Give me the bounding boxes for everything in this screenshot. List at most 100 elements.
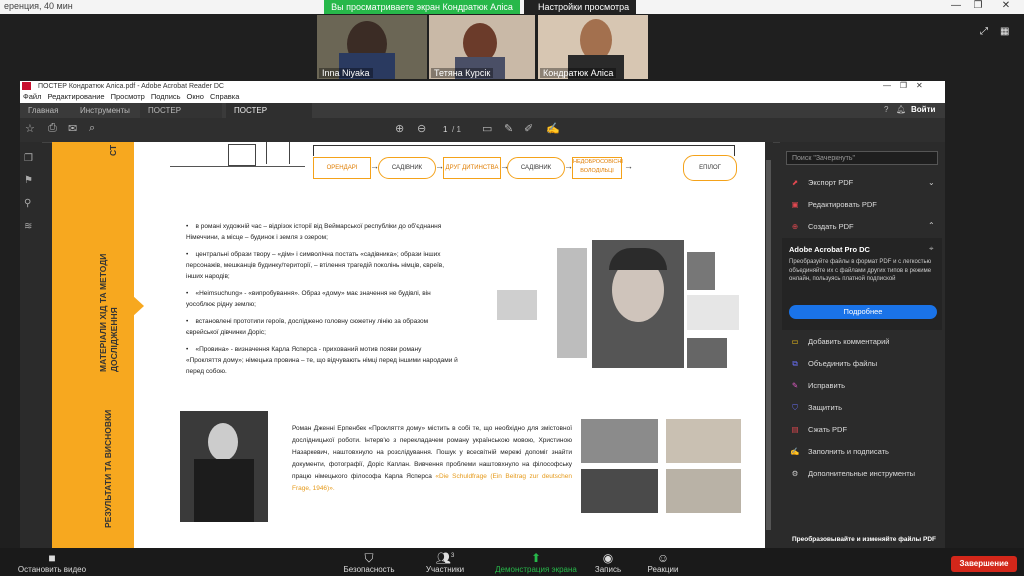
section-label: СТ [108,144,118,156]
record-label: Запись [594,565,622,574]
help-icon[interactable]: ? [884,105,888,114]
tab-document-2[interactable]: ПОСТЕР Кондратю... ✕ [226,103,312,130]
flow-step: САДІВНИК [507,157,565,179]
participant-name: Тетяна Курсік [431,68,494,78]
tool-label: Сжать PDF [808,425,848,434]
highlight-icon[interactable]: ✐ [524,122,533,135]
edit-pdf-tool[interactable]: ▣ Редактировать PDF [790,200,876,209]
close-icon[interactable]: ✕ [996,0,1016,11]
view-options-button[interactable]: Настройки просмотра ▾ [524,0,636,26]
sign-icon: ✍ [790,447,800,456]
smiley-icon: ☺ [656,551,670,565]
export-pdf-tool[interactable]: ⬈ Экспорт PDF [790,178,853,187]
pages-icon[interactable]: ❐ [24,153,33,164]
participant-name: Inna Niyaka [319,68,373,78]
export-pdf-icon: ⬈ [791,178,799,187]
people-icon: 👥︎3 [435,551,455,565]
acrobat-title: ПОСТЕР Кондратюк Аліса.pdf - Adobe Acrob… [20,81,945,92]
tools-search-input[interactable]: Поиск "Зачеркнуть" [786,151,938,165]
sign-icon[interactable]: ✍ [546,122,560,135]
participants-button[interactable]: 👥︎3 Участники [417,551,473,574]
create-pdf-tool[interactable]: ⊕ Создать PDF [790,222,854,231]
participant-video[interactable]: Кондратюк Аліса [538,15,648,79]
participants-label: Участники [425,565,465,574]
menu-sign[interactable]: Подпись [151,92,181,101]
flow-step: ЕПІЛОГ [683,155,737,181]
section-label-results: РЕЗУЛЬТАТИ ТА ВИСНОВКИ [103,409,113,528]
search-icon[interactable]: ⌕ [89,122,95,135]
flow-connector [313,145,735,156]
bookmark-icon[interactable]: ⚑ [24,175,33,186]
fullscreen-icon[interactable]: ⤢ [980,26,988,37]
tool-label: Добавить комментарий [808,337,890,346]
menu-window[interactable]: Окно [187,92,204,101]
tool-fix[interactable]: ✎ Исправить [790,381,845,390]
gallery-view-icon[interactable]: ▦ [1000,26,1009,37]
login-button[interactable]: Войти [911,105,935,114]
star-icon[interactable]: ☆ [25,122,35,135]
menu-edit[interactable]: Редактирование [47,92,104,101]
view-options-label: Настройки просмотра [538,2,630,12]
participants-count: 3 [450,553,455,559]
flow-step: ОРЕНДАРІ [313,157,371,179]
list-item: • «Провина» - визначення Карла Ясперса -… [186,346,458,375]
tab-tools[interactable]: Инструменты [72,103,134,118]
more-button[interactable]: Подробнее [789,305,937,319]
security-button[interactable]: ⛉ Безопасность [334,551,404,574]
tab-document-1[interactable]: ПОСТЕР КОНДРАТ... ✕ [140,103,222,130]
page-number-field[interactable]: 1 [443,125,447,134]
share-banner: Вы просматриваете экран Кондратюк Аліса [324,0,520,14]
menu-file[interactable]: Файл [23,92,41,101]
promo-title: Adobe Acrobat Pro DC [789,245,870,254]
tool-label: Дополнительные инструменты [808,469,916,478]
photo [666,469,741,513]
tool-fill-sign[interactable]: ✍ Заполнить и подписать [790,447,889,456]
next-page-icon[interactable]: ⊖ [417,122,426,135]
restore-icon[interactable]: ❐ [968,0,988,11]
tool-protect[interactable]: ⛉ Защитить [790,403,842,413]
page-total: / 1 [452,125,461,134]
tool-more[interactable]: ⚙ Дополнительные инструменты [790,469,915,478]
scrollbar-thumb[interactable] [766,160,771,530]
tool-compress[interactable]: ▤ Сжать PDF [790,425,847,434]
layers-icon[interactable]: ≋ [24,221,32,232]
tool-comment[interactable]: ▭ Добавить комментарий [790,337,889,346]
list-item-text: «Провина» - визначення Карла Ясперса - п… [186,346,458,375]
poster-side-band [52,142,134,548]
list-item: • «Heimsuchung» - «випробування». Образ … [186,290,431,308]
list-item: • центральні образи твору – «дім» і симв… [186,251,445,280]
menu-help[interactable]: Справка [210,92,239,101]
bell-icon[interactable]: 🔔︎ [896,105,906,114]
print-icon[interactable]: ⎙ [48,122,57,135]
tool-label: Заполнить и подписать [808,447,889,456]
reactions-button[interactable]: ☺ Реакции [640,551,686,574]
meeting-title: еренция, 40 мин [4,1,73,11]
tool-label: Защитить [808,403,843,412]
tab-home[interactable]: Главная [20,103,72,118]
comment-icon[interactable]: ▭ [482,122,492,135]
end-meeting-button[interactable]: Завершение [951,556,1017,572]
tool-label: Объединить файлы [808,359,878,368]
pen-icon[interactable]: ✎ [504,122,513,135]
record-button[interactable]: ◉ Запись [588,551,628,574]
record-icon: ◉ [602,551,614,565]
participant-video[interactable]: Inna Niyaka [317,15,427,79]
attachment-icon[interactable]: ⚲ [24,198,31,209]
comment-icon: ▭ [791,337,799,346]
participant-video[interactable]: Тетяна Курсік [429,15,535,79]
window-controls[interactable]: — ❐ ✕ [883,81,923,90]
tool-combine[interactable]: ⧉ Объединить файлы [790,359,877,369]
pin-icon[interactable]: ⌖ [929,244,934,254]
minimize-icon[interactable]: — [946,0,966,11]
results-paragraph: Роман Дженні Ерпенбек «Прокляття дому» м… [292,423,572,495]
stop-video-button[interactable]: ■ Остановить видео [10,551,94,574]
prev-page-icon[interactable]: ⊕ [395,122,404,135]
chevron-down-icon[interactable]: ⌄ [928,178,935,187]
create-pdf-icon: ⊕ [791,222,799,231]
band-pointer [132,295,144,317]
section-label-methods: МАТЕРІАЛИ ХІД ТА МЕТОДИ ДОСЛІДЖЕННЯ [98,253,119,372]
chevron-up-icon[interactable]: ⌃ [928,221,935,230]
share-screen-button[interactable]: ⬆ Демонстрация экрана [488,551,584,574]
menu-view[interactable]: Просмотр [111,92,145,101]
mail-icon[interactable]: ✉ [68,122,77,135]
